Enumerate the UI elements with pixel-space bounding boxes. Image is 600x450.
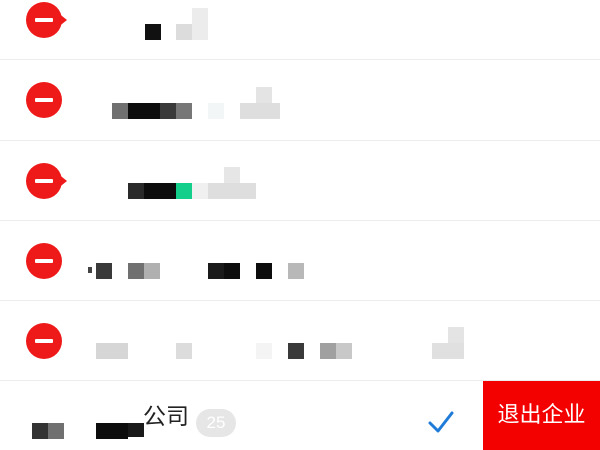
member-row [0, 221, 600, 301]
member-row [0, 301, 600, 381]
member-name-masked [0, 61, 480, 141]
member-row [0, 141, 600, 221]
member-row [0, 61, 600, 141]
company-name-suffix: 公司 [143, 404, 189, 430]
exit-enterprise-button[interactable]: 退出企业 [483, 381, 600, 450]
member-name-masked [0, 221, 480, 301]
member-name-masked [0, 301, 480, 381]
member-row [0, 0, 600, 60]
member-count-badge: 25 [196, 409, 236, 437]
checkmark-icon[interactable] [424, 405, 458, 439]
bottom-action-bar: 公司 25 退出企业 [0, 381, 600, 450]
member-name-masked [0, 141, 480, 221]
member-name-masked [0, 0, 480, 60]
company-name-masked [0, 381, 145, 450]
